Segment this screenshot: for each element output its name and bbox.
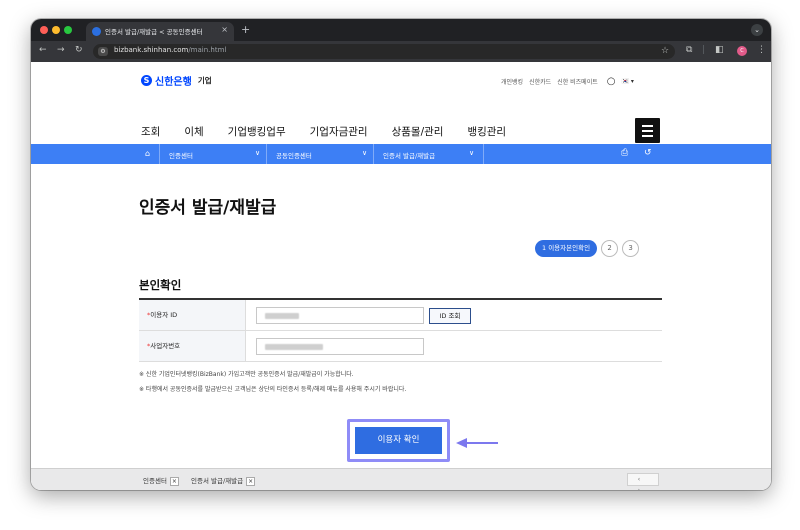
forward-arrow-icon[interactable]: →	[57, 45, 65, 55]
user-id-input[interactable]	[256, 307, 424, 324]
form-row-user-id: *이용자 ID ID 조회	[139, 300, 662, 331]
home-icon[interactable]: ⌂	[145, 149, 150, 158]
footer-tab-2-label: 인증서 발급/재발급	[191, 477, 244, 485]
web-page: S 신한은행 기업 개인뱅킹 신한카드 신한 비즈메이트 ○ 🇰🇷 ▾ 조회 이…	[31, 62, 771, 490]
step-2: 2	[601, 240, 619, 257]
shinhan-logo[interactable]: S 신한은행 기업	[141, 73, 212, 88]
chevron-down-icon: ∨	[469, 149, 475, 157]
search-icon[interactable]: ○	[607, 76, 616, 87]
identity-form: *이용자 ID ID 조회 *사업자번호	[139, 298, 662, 362]
footer-tab-1-label: 인증센터	[143, 477, 167, 485]
hamburger-menu-button[interactable]	[635, 118, 660, 143]
url-path: /main.html	[188, 46, 227, 54]
util-link-bizmate[interactable]: 신한 비즈메이트	[557, 77, 598, 86]
form-row-biz-number: *사업자번호	[139, 331, 662, 362]
browser-toolbar: ← → ↻ ⚙ bizbank.shinhan.com/main.html ☆ …	[31, 41, 771, 62]
util-link-card[interactable]: 신한카드	[529, 77, 551, 86]
open-pages-bar: 인증센터× 인증서 발급/재발급× ‹ ›	[31, 468, 771, 490]
nav-item-transfer[interactable]: 이체	[184, 124, 203, 139]
nav-item-banking-management[interactable]: 뱅킹관리	[467, 124, 506, 139]
biz-number-input[interactable]	[256, 338, 424, 355]
utility-links: 개인뱅킹 신한카드 신한 비즈메이트 ○ 🇰🇷 ▾	[501, 76, 634, 87]
extensions-icon[interactable]: ⧉	[686, 45, 692, 55]
close-icon[interactable]: ×	[246, 477, 256, 486]
tab-search-button[interactable]: ⌄	[751, 24, 763, 36]
notice-other-bank: ※ 타행에서 공동인증서를 발급받으신 고객님은 상단의 타인증서 등록/해제 …	[139, 386, 407, 393]
step-indicator: 1 이용자본인확인 2 3	[535, 240, 640, 257]
masked-value	[265, 344, 323, 350]
close-icon[interactable]: ×	[169, 477, 179, 486]
user-id-cell: ID 조회	[246, 300, 662, 330]
browser-tab[interactable]: 인증서 발급/재발급 < 공동인증센터 ×	[86, 22, 234, 41]
site-header: S 신한은행 기업 개인뱅킹 신한카드 신한 비즈메이트 ○ 🇰🇷 ▾	[31, 62, 771, 102]
step-3: 3	[622, 240, 640, 257]
url-domain: bizbank.shinhan.com	[114, 46, 189, 54]
pointer-arrow-icon	[456, 438, 498, 448]
more-menu-icon[interactable]: ⋮	[757, 45, 766, 55]
bookmark-star-icon[interactable]: ☆	[661, 46, 669, 56]
print-icon[interactable]: ⎙	[621, 148, 628, 158]
util-link-personal[interactable]: 개인뱅킹	[501, 77, 523, 86]
reload-icon[interactable]: ↻	[75, 45, 83, 55]
breadcrumb-bar: ⌂ 인증센터 ∨ 공동인증센터 ∨ 인증서 발급/재발급 ∨ ⎙ ↺	[31, 144, 771, 164]
chevron-down-icon: ∨	[362, 149, 368, 157]
breadcrumb-label-3: 인증서 발급/재발급	[383, 152, 436, 160]
url-text: bizbank.shinhan.com/main.html	[114, 46, 226, 54]
side-panel-icon[interactable]: ◧	[715, 45, 724, 55]
page-title: 인증서 발급/재발급	[139, 198, 277, 218]
breadcrumb-select-3[interactable]: 인증서 발급/재발급 ∨	[373, 144, 484, 164]
site-info-icon[interactable]: ⚙	[98, 47, 108, 56]
shinhan-favicon-icon	[92, 27, 101, 36]
user-id-label-text: 이용자 ID	[150, 311, 178, 319]
tab-strip: 인증서 발급/재발급 < 공동인증센터 × + ⌄	[31, 19, 771, 41]
browser-window: 인증서 발급/재발급 < 공동인증센터 × + ⌄ ← → ↻ ⚙ bizban…	[31, 19, 771, 490]
masked-value	[265, 313, 299, 319]
step-1-active: 1 이용자본인확인	[535, 240, 598, 257]
user-id-label: *이용자 ID	[139, 300, 246, 330]
language-selector[interactable]: 🇰🇷 ▾	[621, 78, 633, 85]
nav-item-fund-management[interactable]: 기업자금관리	[310, 124, 368, 139]
biz-number-label-text: 사업자번호	[150, 342, 181, 350]
maximize-window-button[interactable]	[64, 26, 72, 34]
toolbar-divider: |	[702, 45, 706, 55]
tab-close-icon[interactable]: ×	[221, 25, 228, 34]
section-title: 본인확인	[139, 278, 182, 292]
breadcrumb-label-1: 인증센터	[169, 152, 193, 160]
chevron-down-icon: ∨	[255, 149, 261, 157]
nav-item-corporate-banking[interactable]: 기업뱅킹업무	[228, 124, 286, 139]
confirm-user-button[interactable]: 이용자 확인	[355, 427, 442, 454]
biz-number-cell	[246, 331, 662, 361]
confirm-highlight-box: 이용자 확인	[347, 419, 450, 462]
biz-number-label: *사업자번호	[139, 331, 246, 361]
logo-subtitle: 기업	[197, 76, 212, 85]
address-bar[interactable]: ⚙ bizbank.shinhan.com/main.html ☆	[93, 44, 675, 59]
minimize-window-button[interactable]	[52, 26, 60, 34]
refresh-icon[interactable]: ↺	[644, 148, 652, 158]
profile-avatar[interactable]: C	[737, 46, 747, 56]
new-tab-button[interactable]: +	[241, 23, 250, 36]
logo-text: 신한은행	[155, 77, 192, 88]
footer-tab-2[interactable]: 인증서 발급/재발급 ×	[191, 475, 256, 486]
main-navigation: 조회 이체 기업뱅킹업무 기업자금관리 상품몰/관리 뱅킹관리	[141, 124, 530, 139]
notice-bizbank: ※ 신한 기업인터넷뱅킹(BizBank) 가입고객만 공동인증서 발급/재발급…	[139, 371, 354, 378]
breadcrumb-select-2[interactable]: 공동인증센터 ∨	[266, 144, 373, 164]
tab-title: 인증서 발급/재발급 < 공동인증센터	[105, 28, 203, 36]
footer-nav-arrows[interactable]: ‹ ›	[627, 473, 659, 490]
breadcrumb-label-2: 공동인증센터	[276, 152, 312, 160]
id-lookup-button[interactable]: ID 조회	[429, 308, 471, 324]
nav-item-inquiry[interactable]: 조회	[141, 124, 160, 139]
footer-tab-1[interactable]: 인증센터 ×	[143, 475, 179, 486]
shinhan-logo-icon: S	[141, 75, 152, 86]
back-arrow-icon[interactable]: ←	[39, 45, 47, 55]
breadcrumb-select-1[interactable]: 인증센터 ∨	[159, 144, 266, 164]
nav-item-products[interactable]: 상품몰/관리	[392, 124, 444, 139]
close-window-button[interactable]	[40, 26, 48, 34]
